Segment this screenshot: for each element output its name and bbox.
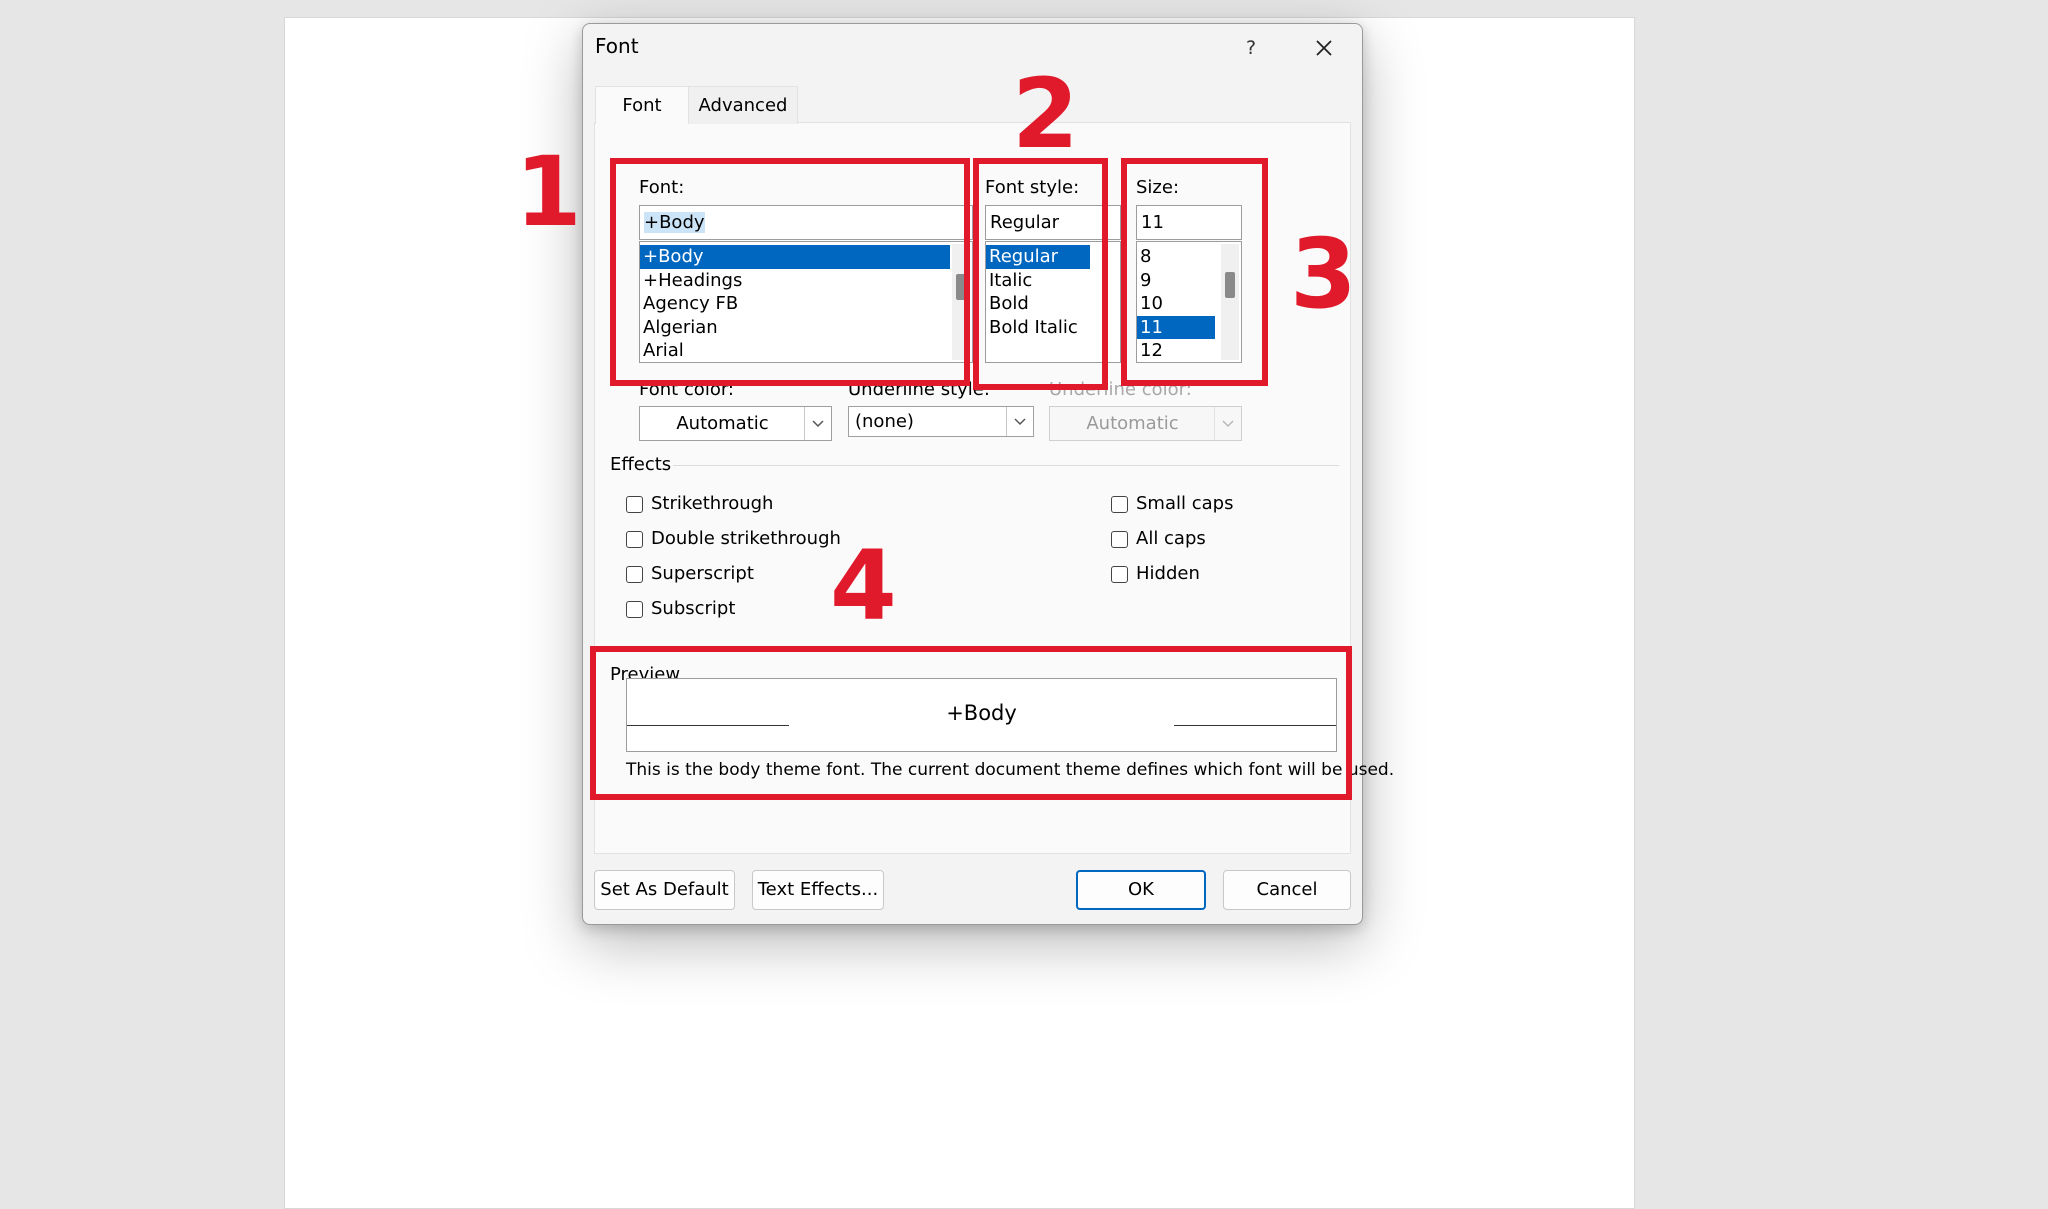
checkbox-label: Small caps	[1136, 493, 1234, 514]
checkbox[interactable]	[626, 496, 643, 513]
cancel-label: Cancel	[1256, 879, 1318, 900]
annotation-number-2: 2	[1012, 58, 1079, 170]
checkbox-label: Double strikethrough	[651, 528, 841, 549]
font-color-dropdown[interactable]: Automatic	[639, 406, 832, 441]
ok-label: OK	[1128, 879, 1154, 900]
close-button[interactable]	[1301, 30, 1347, 66]
checkbox-label: Subscript	[651, 598, 736, 619]
annotation-box-3	[1121, 158, 1268, 386]
checkbox-label: Superscript	[651, 563, 754, 584]
underline-color-dropdown[interactable]: Automatic	[1049, 406, 1242, 441]
text-effects-label: Text Effects...	[757, 879, 879, 900]
close-icon	[1316, 40, 1332, 56]
set-as-default-label: Set As Default	[600, 879, 729, 900]
annotation-box-1	[610, 158, 970, 386]
underline-style-arrow	[1006, 407, 1033, 436]
effects-label: Effects	[610, 454, 672, 475]
checkbox-label: All caps	[1136, 528, 1206, 549]
text-effects-button[interactable]: Text Effects...	[752, 870, 884, 910]
set-as-default-button[interactable]: Set As Default	[594, 870, 735, 910]
tab-font-label: Font	[622, 95, 662, 116]
chevron-down-icon	[812, 420, 824, 428]
annotation-number-1: 1	[515, 136, 582, 248]
checkbox-label: Strikethrough	[651, 493, 774, 514]
ok-button[interactable]: OK	[1076, 870, 1206, 910]
checkbox[interactable]	[1111, 566, 1128, 583]
chevron-down-icon	[1014, 418, 1026, 426]
font-color-value: Automatic	[676, 413, 769, 434]
checkbox[interactable]	[626, 601, 643, 618]
annotation-number-4: 4	[830, 530, 897, 642]
checkbox[interactable]	[1111, 496, 1128, 513]
checkbox[interactable]	[626, 566, 643, 583]
tab-advanced[interactable]: Advanced	[688, 86, 798, 124]
annotation-number-3: 3	[1290, 218, 1357, 330]
effects-divider	[673, 465, 1339, 466]
tab-advanced-label: Advanced	[698, 95, 788, 116]
checkbox[interactable]	[626, 531, 643, 548]
underline-style-dropdown[interactable]: (none)	[848, 406, 1034, 437]
underline-color-arrow	[1214, 407, 1241, 440]
checkbox[interactable]	[1111, 531, 1128, 548]
underline-color-value: Automatic	[1086, 413, 1179, 434]
dialog-title: Font	[595, 34, 639, 58]
annotation-box-4	[590, 646, 1352, 800]
chevron-down-icon	[1222, 420, 1234, 428]
cancel-button[interactable]: Cancel	[1223, 870, 1351, 910]
checkbox-label: Hidden	[1136, 563, 1200, 584]
annotation-box-2	[973, 158, 1108, 390]
tab-font[interactable]: Font	[595, 86, 689, 124]
font-color-arrow	[804, 407, 831, 440]
help-button[interactable]: ?	[1233, 32, 1269, 64]
